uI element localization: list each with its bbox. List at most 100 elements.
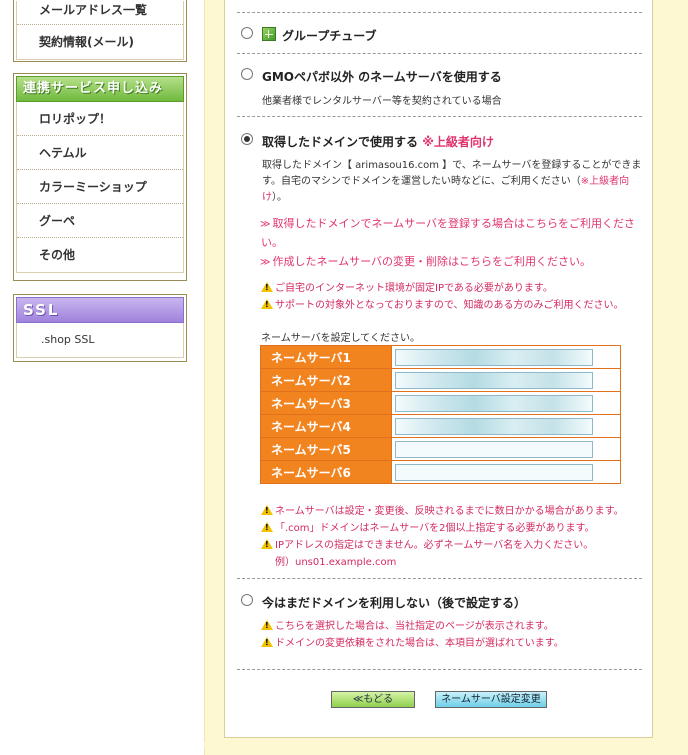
- radio-acquired-domain[interactable]: [241, 133, 253, 145]
- sidebar-mail-box: メールアドレス一覧 契約情報(メール): [13, 0, 187, 62]
- ns-cell: [391, 437, 621, 461]
- ns-cell: [391, 345, 621, 369]
- nameserver-2-input[interactable]: [395, 371, 593, 389]
- radio-group-tube[interactable]: [241, 27, 253, 39]
- warning-icon: [261, 539, 273, 549]
- nameserver-3-input[interactable]: [395, 394, 593, 412]
- warning-text: ドメインの変更依頼をされた場合は、本項目が選ばれています。: [275, 638, 564, 649]
- ns-note-propagation: ネームサーバは設定・変更後、反映されるまでに数日かかる場合があります。: [261, 502, 624, 517]
- sidebar-ssl-box: SSL .shop SSL: [13, 294, 187, 362]
- sidebar-item-label: ロリポップ！: [39, 112, 112, 126]
- warning-text: IPアドレスの指定はできません。必ずネームサーバ名を入力ください。: [275, 540, 594, 551]
- sidebar-item-goope[interactable]: グーペ: [17, 204, 183, 238]
- warning-text: 「.com」ドメインはネームサーバを2個以上指定する必要があります。: [275, 523, 595, 534]
- edit-ns-link[interactable]: ≫ 作成したネームサーバの変更・削除はこちらをご利用ください。: [260, 253, 591, 269]
- ns-cell: [391, 368, 621, 392]
- warning-text: ご自宅のインターネット環境が固定IPである必要があります。: [275, 283, 553, 294]
- ssl-header: SSL: [16, 297, 184, 323]
- sidebar-item-label: カラーミーショップ: [39, 180, 147, 194]
- nameserver-1-input[interactable]: [395, 348, 593, 366]
- sidebar-item-mail-address-list[interactable]: メールアドレス一覧: [17, 1, 183, 25]
- warning-icon: [261, 299, 273, 309]
- separator: [237, 578, 642, 579]
- sidebar-item-contract-mail[interactable]: 契約情報(メール): [17, 25, 183, 59]
- acquired-desc-line3: け）。: [262, 188, 287, 203]
- register-ns-link[interactable]: ≫ 取得したドメインでネームサーバを登録する場合はこちらをご利用くださ: [260, 215, 635, 231]
- option-group-tube-label: グループチューブ: [282, 29, 377, 43]
- ns-note-com: 「.com」ドメインはネームサーバを2個以上指定する必要があります。: [261, 519, 595, 534]
- acquired-desc-line2: す。自宅のマシンでドメインを運営したい時などに、ご利用ください（※上級者向: [262, 172, 629, 187]
- warning-text: サポートの対象外となっておりますので、知識のある方のみご利用ください。: [275, 300, 624, 311]
- ns-cell: [391, 391, 621, 415]
- separator: [237, 116, 642, 117]
- linked-services-header: 連携サービス申し込み: [16, 76, 184, 102]
- radio-later[interactable]: [241, 594, 253, 606]
- separator: [237, 53, 642, 54]
- warning-icon: [261, 637, 273, 647]
- sidebar-item-label: グーペ: [39, 214, 76, 228]
- ns-cell: [391, 414, 621, 438]
- warning-text: ネームサーバは設定・変更後、反映されるまでに数日かかる場合があります。: [275, 506, 624, 517]
- table-row: ネームサーバ6: [260, 460, 621, 484]
- ns-cell: [391, 460, 621, 484]
- warning-text: こちらを選択した場合は、当社指定のページが表示されます。: [275, 621, 554, 632]
- ns-label: ネームサーバ1: [260, 345, 392, 369]
- nameserver-5-input[interactable]: [395, 440, 593, 458]
- back-button[interactable]: ≪もどる: [331, 691, 415, 708]
- ns-example: 例）uns01.example.com: [275, 557, 397, 568]
- nameserver-6-input[interactable]: [395, 463, 593, 481]
- radio-other-nameserver[interactable]: [241, 68, 253, 80]
- register-ns-link-cont[interactable]: い。: [261, 234, 283, 250]
- warning-icon: [261, 620, 273, 630]
- warning-fixed-ip: ご自宅のインターネット環境が固定IPである必要があります。: [261, 279, 553, 294]
- sidebar-item-label: その他: [39, 248, 76, 262]
- option-acquired-title: 取得したドメインで使用する: [262, 135, 419, 149]
- advanced-tag-inline-end: け: [262, 192, 272, 203]
- ns-prompt: ネームサーバを設定してください。: [261, 333, 420, 344]
- arrow-icon: ≫: [260, 257, 271, 268]
- advanced-tag-inline: ※上級者向: [580, 176, 630, 187]
- sidebar-item-label: .shop SSL: [41, 333, 95, 346]
- table-row: ネームサーバ1: [260, 345, 621, 369]
- separator: [237, 12, 642, 13]
- ns-note-ip: IPアドレスの指定はできません。必ずネームサーバ名を入力ください。: [261, 536, 593, 551]
- content-frame-bottom: [204, 742, 688, 755]
- green-grid-icon: [262, 27, 276, 41]
- sidebar-item-colorme[interactable]: カラーミーショップ: [17, 170, 183, 204]
- ns-label: ネームサーバ4: [260, 414, 392, 438]
- acquired-desc-close: ）。: [272, 192, 287, 203]
- table-row: ネームサーバ2: [260, 368, 621, 392]
- separator: [237, 669, 642, 670]
- register-ns-link-text: 取得したドメインでネームサーバを登録する場合はこちらをご利用くださ: [272, 217, 636, 230]
- table-row: ネームサーバ4: [260, 414, 621, 438]
- change-nameserver-button[interactable]: ネームサーバ設定変更: [435, 691, 547, 708]
- sidebar-linked-services-box: 連携サービス申し込み ロリポップ！ ヘテムル カラーミーショップ グーペ その他: [13, 73, 187, 281]
- nameserver-table: ネームサーバ1 ネームサーバ2 ネームサーバ3 ネームサーバ4 ネームサーバ5 …: [260, 345, 621, 484]
- sidebar-item-lolipop[interactable]: ロリポップ！: [17, 102, 183, 136]
- later-note-page: こちらを選択した場合は、当社指定のページが表示されます。: [261, 617, 554, 632]
- sidebar-item-shop-ssl[interactable]: .shop SSL: [17, 323, 183, 357]
- table-row: ネームサーバ3: [260, 391, 621, 415]
- edit-ns-link-text: 作成したネームサーバの変更・削除はこちらをご利用ください。: [272, 255, 592, 268]
- ns-label: ネームサーバ5: [260, 437, 392, 461]
- warning-icon: [261, 505, 273, 515]
- warning-icon: [261, 522, 273, 532]
- option-later-label: 今はまだドメインを利用しない（後で設定する）: [262, 596, 527, 610]
- sidebar-item-label: メールアドレス一覧: [39, 3, 148, 17]
- ns-label: ネームサーバ3: [260, 391, 392, 415]
- sidebar-item-label: 契約情報(メール): [39, 35, 134, 49]
- advanced-tag: ※上級者向け: [422, 135, 494, 149]
- warning-icon: [261, 282, 273, 292]
- table-row: ネームサーバ5: [260, 437, 621, 461]
- acquired-desc-line1: 取得したドメイン【 arimasou16.com 】で、ネームサーバを登録するこ…: [262, 160, 642, 171]
- ns-label: ネームサーバ2: [260, 368, 392, 392]
- option-other-ns-desc: 他業者様でレンタルサーバー等を契約されている場合: [262, 96, 502, 107]
- nameserver-4-input[interactable]: [395, 417, 593, 435]
- option-acquired-label: 取得したドメインで使用する ※上級者向け: [262, 133, 494, 150]
- later-note-request: ドメインの変更依頼をされた場合は、本項目が選ばれています。: [261, 634, 564, 649]
- acquired-desc-text: す。自宅のマシンでドメインを運営したい時などに、ご利用ください（: [262, 176, 581, 187]
- arrow-icon: ≫: [260, 219, 271, 230]
- ns-label: ネームサーバ6: [260, 460, 392, 484]
- sidebar-item-other[interactable]: その他: [17, 238, 183, 272]
- sidebar-item-heteml[interactable]: ヘテムル: [17, 136, 183, 170]
